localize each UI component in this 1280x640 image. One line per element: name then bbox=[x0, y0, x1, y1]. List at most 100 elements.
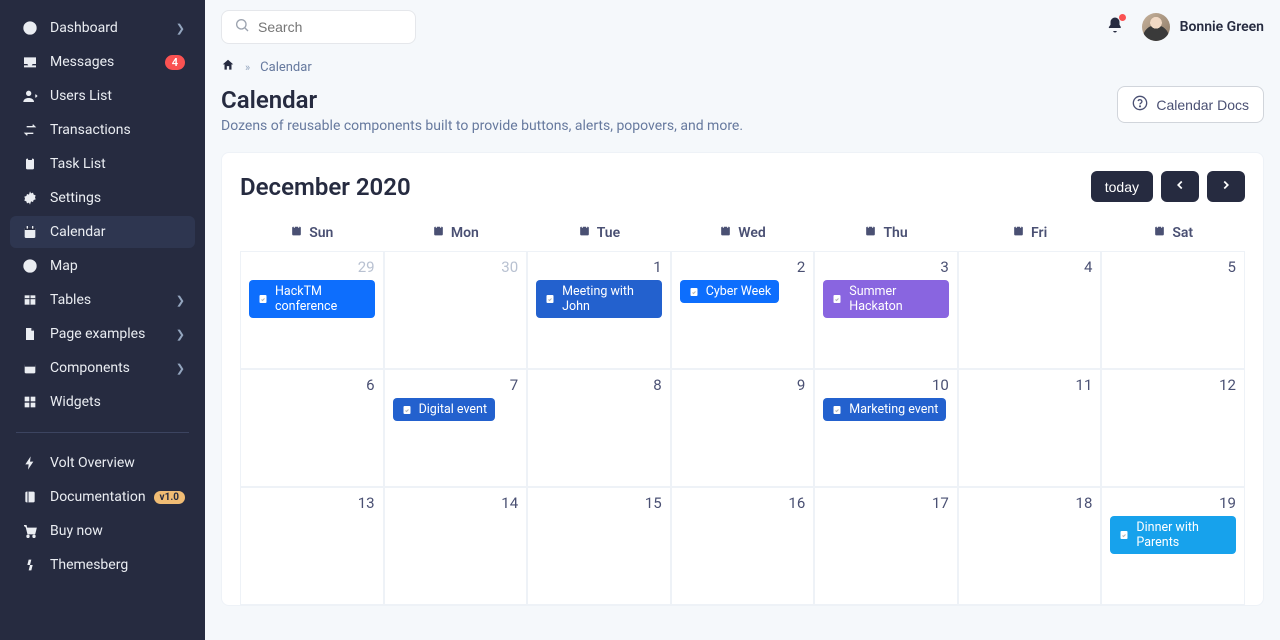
sidebar-item-buy-now[interactable]: Buy now bbox=[10, 515, 195, 547]
sidebar: Dashboard❯Messages4Users ListTransaction… bbox=[0, 0, 205, 640]
day-number: 19 bbox=[1110, 494, 1236, 512]
calendar-docs-button[interactable]: Calendar Docs bbox=[1117, 86, 1264, 123]
sidebar-item-messages[interactable]: Messages4 bbox=[10, 46, 195, 78]
today-button[interactable]: today bbox=[1091, 171, 1153, 202]
calendar-cell[interactable]: 29HackTM conference bbox=[240, 251, 384, 369]
calendar-cell[interactable]: 13 bbox=[240, 487, 384, 605]
calendar-cell[interactable]: 12 bbox=[1101, 369, 1245, 487]
calendar-cell[interactable]: 15 bbox=[527, 487, 671, 605]
event-title: Dinner with Parents bbox=[1136, 520, 1228, 550]
chevron-right-icon: ❯ bbox=[176, 22, 185, 35]
sidebar-item-label: Tables bbox=[50, 292, 176, 308]
sidebar-item-label: Users List bbox=[50, 88, 185, 104]
event-title: HackTM conference bbox=[275, 284, 367, 314]
search-input[interactable] bbox=[258, 19, 439, 35]
calendar-cell[interactable]: 19 Dinner with Parents bbox=[1101, 487, 1245, 605]
sidebar-item-label: Dashboard bbox=[50, 20, 176, 36]
box-icon bbox=[20, 360, 40, 376]
calendar-event[interactable]: HackTM conference bbox=[249, 280, 375, 318]
event-icon bbox=[401, 404, 413, 416]
notifications-button[interactable] bbox=[1106, 16, 1124, 38]
search-box[interactable] bbox=[221, 10, 416, 44]
page-subtitle: Dozens of reusable components built to p… bbox=[221, 118, 743, 134]
sidebar-item-dashboard[interactable]: Dashboard❯ bbox=[10, 12, 195, 44]
logo-icon bbox=[20, 557, 40, 573]
calendar-cell[interactable]: 5 bbox=[1101, 251, 1245, 369]
calendar-event[interactable]: Digital event bbox=[393, 398, 495, 421]
day-number: 15 bbox=[536, 494, 662, 512]
book-icon bbox=[20, 489, 40, 505]
calendar-event[interactable]: Summer Hackaton bbox=[823, 280, 949, 318]
calendar-cell[interactable]: 7 Digital event bbox=[384, 369, 528, 487]
sidebar-item-page-examples[interactable]: Page examples❯ bbox=[10, 318, 195, 350]
calendar-cell[interactable]: 4 bbox=[958, 251, 1102, 369]
next-month-button[interactable] bbox=[1207, 171, 1245, 202]
calendar-icon bbox=[290, 224, 303, 241]
sidebar-item-volt-overview[interactable]: Volt Overview bbox=[10, 447, 195, 479]
day-number: 16 bbox=[680, 494, 806, 512]
calendar-cell[interactable]: 1Meeting with John bbox=[527, 251, 671, 369]
event-title: Summer Hackaton bbox=[849, 284, 941, 314]
sidebar-item-widgets[interactable]: Widgets bbox=[10, 386, 195, 418]
calendar-cell[interactable]: 3Summer Hackaton bbox=[814, 251, 958, 369]
event-icon bbox=[544, 293, 556, 305]
calendar-cell[interactable]: 11 bbox=[958, 369, 1102, 487]
calendar-cell[interactable]: 16 bbox=[671, 487, 815, 605]
day-number: 14 bbox=[393, 494, 519, 512]
sidebar-item-components[interactable]: Components❯ bbox=[10, 352, 195, 384]
day-number: 30 bbox=[393, 258, 519, 276]
sidebar-item-transactions[interactable]: Transactions bbox=[10, 114, 195, 146]
day-header-label: Thu bbox=[883, 225, 907, 241]
user-menu[interactable]: Bonnie Green bbox=[1142, 13, 1264, 41]
calendar-icon bbox=[719, 224, 732, 241]
table-icon bbox=[20, 292, 40, 308]
day-number: 4 bbox=[967, 258, 1093, 276]
sidebar-item-tables[interactable]: Tables❯ bbox=[10, 284, 195, 316]
sidebar-item-users-list[interactable]: Users List bbox=[10, 80, 195, 112]
swap-icon bbox=[20, 122, 40, 138]
day-number: 6 bbox=[249, 376, 375, 394]
sidebar-item-map[interactable]: Map bbox=[10, 250, 195, 282]
calendar-cell[interactable]: 30 bbox=[384, 251, 528, 369]
calendar-icon bbox=[20, 224, 40, 240]
sidebar-item-label: Components bbox=[50, 360, 176, 376]
calendar-cell[interactable]: 18 bbox=[958, 487, 1102, 605]
bolt-icon bbox=[20, 455, 40, 471]
sidebar-item-label: Documentation bbox=[50, 489, 154, 505]
home-icon[interactable] bbox=[221, 58, 235, 76]
day-number: 7 bbox=[393, 376, 519, 394]
topbar: Bonnie Green bbox=[205, 0, 1280, 44]
sidebar-item-label: Themesberg bbox=[50, 557, 185, 573]
page-icon bbox=[20, 326, 40, 342]
day-number: 10 bbox=[823, 376, 949, 394]
calendar-cell[interactable]: 10 Marketing event bbox=[814, 369, 958, 487]
calendar-cell[interactable]: 2Cyber Week bbox=[671, 251, 815, 369]
calendar-cell[interactable]: 17 bbox=[814, 487, 958, 605]
sidebar-item-label: Widgets bbox=[50, 394, 185, 410]
sidebar-item-documentation[interactable]: Documentationv1.0 bbox=[10, 481, 195, 513]
sidebar-item-task-list[interactable]: Task List bbox=[10, 148, 195, 180]
chevron-right-icon: ❯ bbox=[176, 362, 185, 375]
sidebar-item-themesberg[interactable]: Themesberg bbox=[10, 549, 195, 581]
calendar-event[interactable]: Dinner with Parents bbox=[1110, 516, 1236, 554]
calendar-event[interactable]: Cyber Week bbox=[680, 280, 780, 303]
sidebar-item-calendar[interactable]: Calendar bbox=[10, 216, 195, 248]
calendar-cell[interactable]: 6 bbox=[240, 369, 384, 487]
calendar-event[interactable]: Marketing event bbox=[823, 398, 946, 421]
calendar-cell[interactable]: 8 bbox=[527, 369, 671, 487]
day-header: Thu bbox=[814, 216, 958, 251]
sidebar-item-settings[interactable]: Settings bbox=[10, 182, 195, 214]
prev-month-button[interactable] bbox=[1161, 171, 1199, 202]
chevron-right-icon: ❯ bbox=[176, 294, 185, 307]
day-header: Wed bbox=[671, 216, 815, 251]
calendar-event[interactable]: Meeting with John bbox=[536, 280, 662, 318]
event-title: Digital event bbox=[419, 402, 487, 417]
grid-icon bbox=[20, 394, 40, 410]
day-number: 17 bbox=[823, 494, 949, 512]
calendar-title: December 2020 bbox=[240, 173, 411, 201]
badge: 4 bbox=[165, 55, 185, 70]
calendar-cell[interactable]: 9 bbox=[671, 369, 815, 487]
event-title: Cyber Week bbox=[706, 284, 772, 299]
calendar-cell[interactable]: 14 bbox=[384, 487, 528, 605]
main: Bonnie Green » Calendar Calendar Dozens … bbox=[205, 0, 1280, 640]
